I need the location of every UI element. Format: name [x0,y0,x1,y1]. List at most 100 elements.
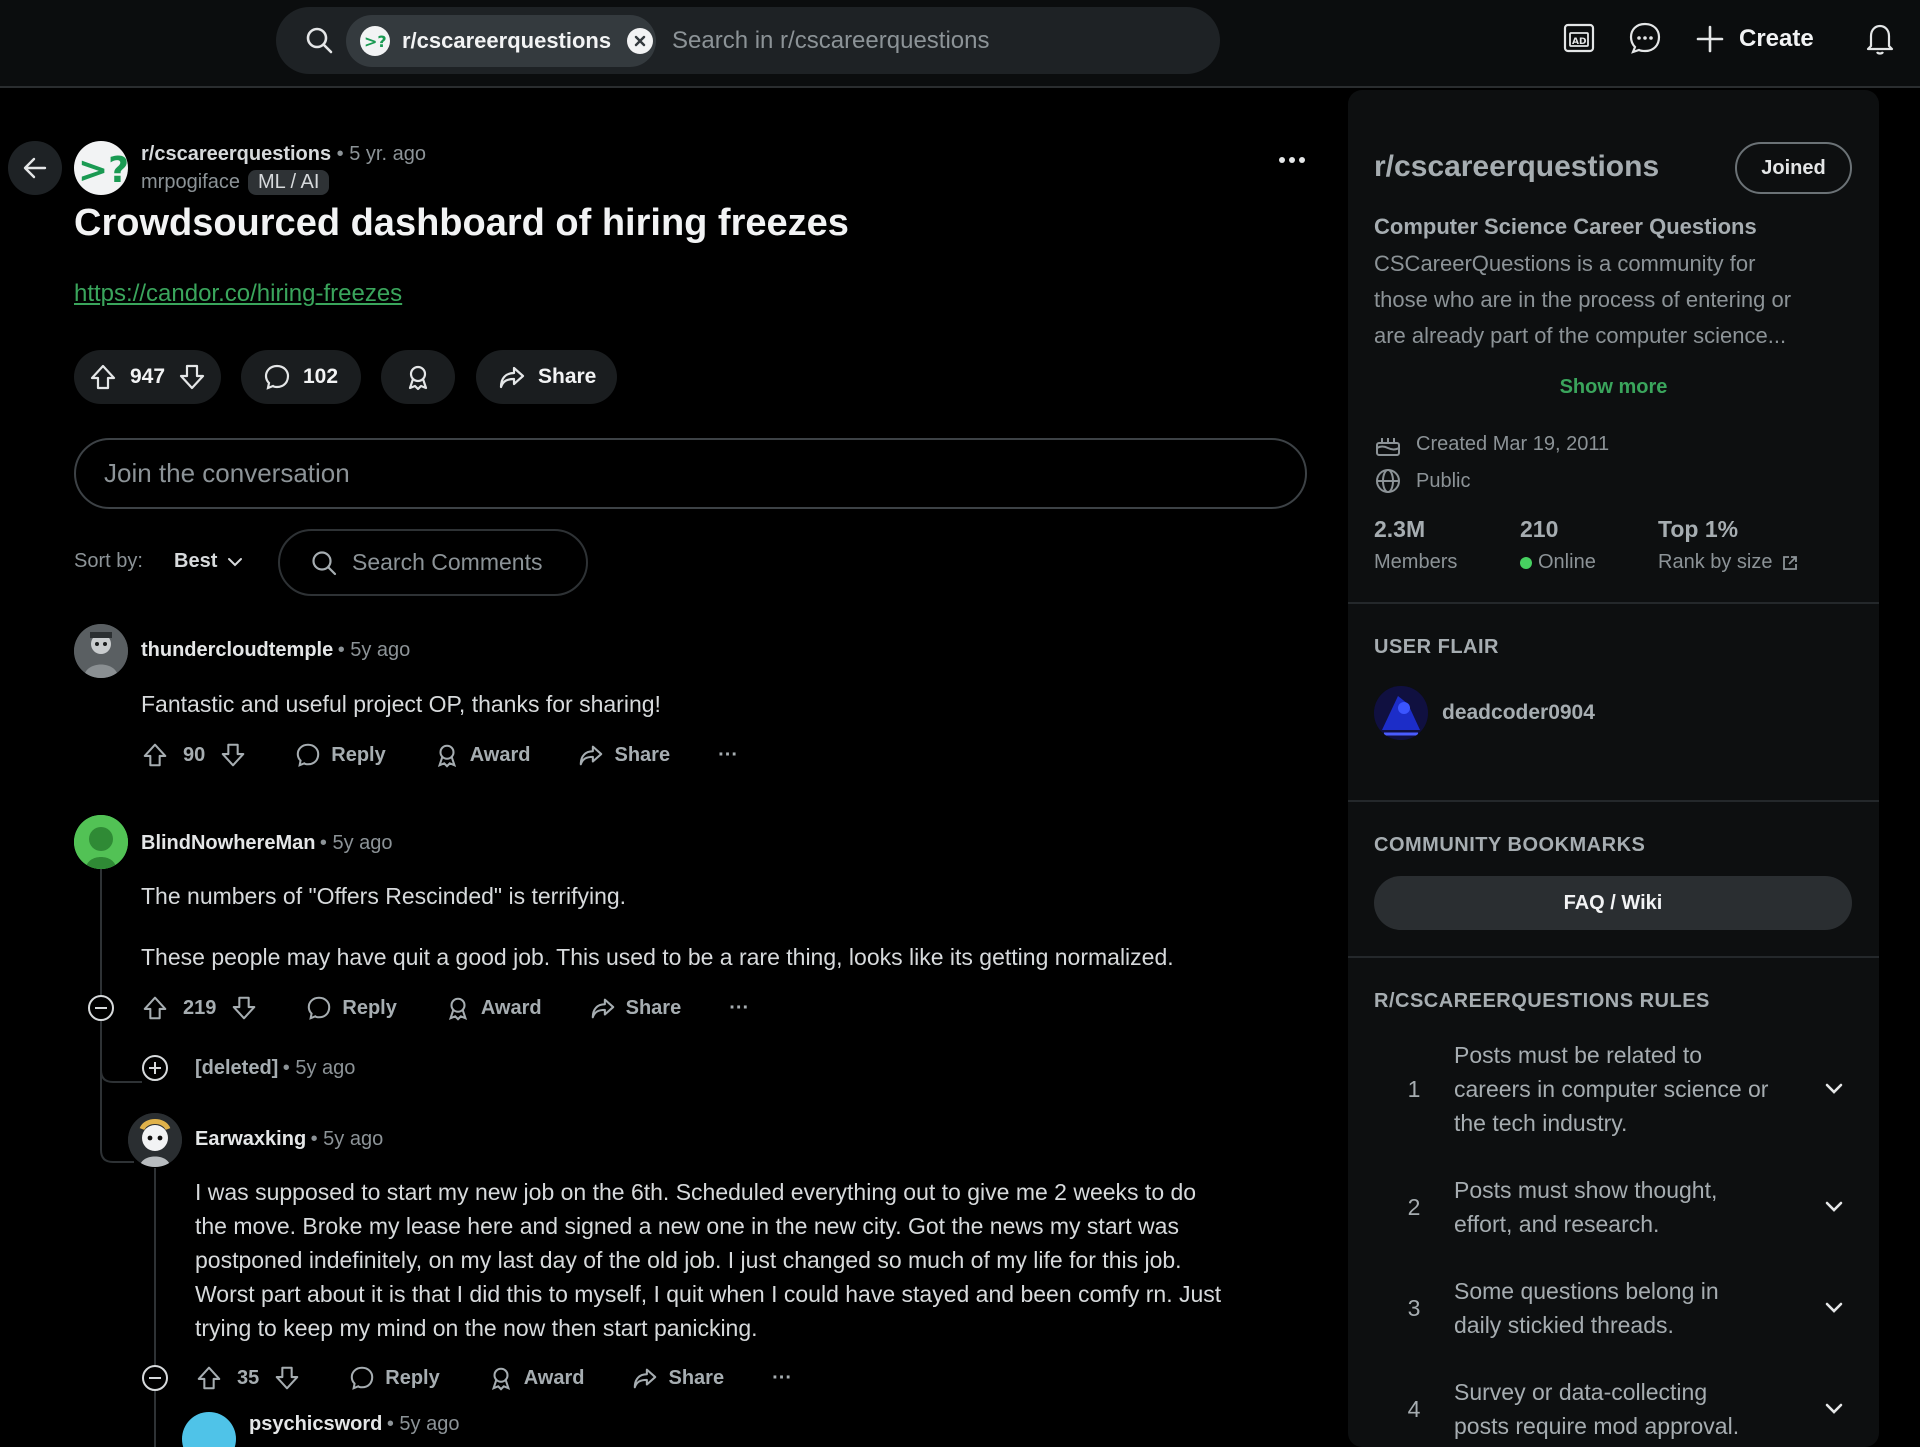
stat-rank[interactable]: Top 1% Rank by size [1658,516,1799,574]
comment-author[interactable]: Earwaxking [195,1128,306,1150]
avatar[interactable] [128,1113,182,1167]
award-button[interactable]: Award [434,742,531,768]
comments-button[interactable]: 102 [241,350,361,404]
svg-text:>?: >? [364,32,387,51]
comment-text: Fantastic and useful project OP, thanks … [141,691,661,717]
visibility-row: Public [1374,467,1470,495]
upvote-icon[interactable] [88,362,118,392]
award-button[interactable]: Award [445,995,542,1021]
globe-icon [1374,467,1402,495]
collapse-thread-icon[interactable] [141,1364,169,1392]
award-button[interactable]: Award [488,1365,585,1391]
upvote-icon[interactable] [141,741,169,769]
rule-line: Some questions belong in [1454,1278,1719,1304]
share-icon [632,1365,658,1391]
search-chip-label: r/cscareerquestions [402,28,612,53]
comment-author[interactable]: BlindNowhereMan [141,832,315,854]
rule-item[interactable]: 2 Posts must show thought, effort, and r… [1374,1173,1854,1241]
comment-body: The numbers of "Offers Rescinded" is ter… [141,879,1174,974]
comment-author[interactable]: thundercloudtemple [141,639,333,661]
comment-vote-count: 90 [183,743,206,766]
post-link[interactable]: https://candor.co/hiring-freezes [74,280,402,308]
stat-value: 210 [1520,516,1559,542]
stat-label: Rank by size [1658,551,1773,573]
rule-text: Posts must be related to careers in comp… [1454,1038,1814,1140]
downvote-icon[interactable] [230,994,258,1022]
post-more-options-icon[interactable] [1278,155,1306,165]
award-icon [434,742,460,768]
comment-author[interactable]: psychicsword [249,1413,382,1435]
community-name[interactable]: r/cscareerquestions [1374,150,1659,184]
search-icon [304,25,334,55]
comment-time: • 5y ago [310,1128,384,1150]
sort-dropdown[interactable]: Best [174,550,243,573]
more-options-button[interactable]: ··· [729,997,749,1020]
award-label: Award [523,1366,585,1389]
award-button[interactable] [381,350,455,404]
share-button[interactable]: Share [632,1365,724,1391]
award-label: Award [469,743,531,766]
comment-body: Fantastic and useful project OP, thanks … [141,687,661,721]
more-options-button[interactable]: ··· [772,1367,792,1390]
comment-header: thundercloudtemple • 5y ago [141,639,410,662]
search-comments-input[interactable]: Search Comments [278,529,588,596]
reply-button[interactable]: Reply [306,995,397,1021]
subreddit-filter-chip[interactable]: >? r/cscareerquestions [346,15,656,67]
search-comments-placeholder: Search Comments [352,549,543,575]
thread-line [100,868,102,1068]
reply-button[interactable]: Reply [349,1365,440,1391]
description-line: those who are in the process of entering… [1374,287,1792,312]
chevron-down-icon [1814,1201,1854,1213]
chat-icon[interactable] [1627,20,1663,56]
subreddit-link[interactable]: r/cscareerquestions [141,143,331,165]
reply-label: Reply [385,1366,440,1389]
more-options-button[interactable]: ··· [718,744,738,767]
rule-text: Survey or data-collecting posts require … [1454,1375,1814,1443]
rule-line: Survey or data-collecting [1454,1379,1708,1405]
rule-item[interactable]: 3 Some questions belong in daily stickie… [1374,1274,1854,1342]
thread-line [154,1168,156,1447]
join-conversation-input[interactable]: Join the conversation [74,438,1307,509]
share-button[interactable]: Share [578,742,670,768]
avatar[interactable] [182,1412,236,1447]
post-vote-group: 947 [74,350,221,404]
back-button[interactable] [8,141,62,195]
user-flair-row[interactable]: deadcoder0904 [1374,686,1595,740]
subreddit-avatar[interactable]: >? [74,141,128,195]
upvote-icon[interactable] [141,994,169,1022]
faq-wiki-button[interactable]: FAQ / Wiki [1374,876,1852,930]
online-dot-icon [1520,556,1532,569]
comment-text: the move. Broke my lease here and signed… [195,1213,1179,1239]
ad-icon[interactable]: AD [1561,20,1597,56]
post-meta-line: r/cscareerquestions • 5 yr. ago [141,143,426,166]
rule-item[interactable]: 1 Posts must be related to careers in co… [1374,1038,1854,1140]
share-button[interactable]: Share [476,350,617,404]
show-more-link[interactable]: Show more [1348,376,1879,399]
share-button[interactable]: Share [590,995,681,1021]
search-input[interactable]: Search in r/cscareerquestions [672,7,989,74]
stat-label: Online [1538,551,1596,573]
sort-label: Sort by: [74,550,143,572]
expand-thread-icon[interactable] [141,1054,169,1082]
downvote-icon[interactable] [177,362,207,392]
avatar[interactable] [74,624,128,678]
create-button[interactable]: Create [1695,18,1814,60]
downvote-icon[interactable] [219,741,247,769]
rules-heading: R/CSCAREERQUESTIONS RULES [1374,990,1710,1012]
bell-icon[interactable] [1862,20,1898,56]
upvote-icon[interactable] [195,1364,223,1392]
joined-button[interactable]: Joined [1735,142,1852,194]
downvote-icon[interactable] [273,1364,301,1392]
comment-time: • 5y ago [319,832,393,854]
avatar[interactable] [74,815,128,869]
reply-button[interactable]: Reply [295,742,386,768]
clear-chip-icon[interactable] [627,28,654,54]
post-author[interactable]: mrpogiface [141,171,240,194]
search-bar[interactable]: >? r/cscareerquestions Search in r/cscar… [276,7,1220,74]
collapse-thread-icon[interactable] [87,994,115,1022]
comment-time: • 5y ago [337,639,411,661]
award-icon [404,363,432,391]
comment-time: • 5y ago [282,1057,356,1079]
community-description: CSCareerQuestions is a community for tho… [1374,246,1791,354]
rule-item[interactable]: 4 Survey or data-collecting posts requir… [1374,1375,1854,1443]
